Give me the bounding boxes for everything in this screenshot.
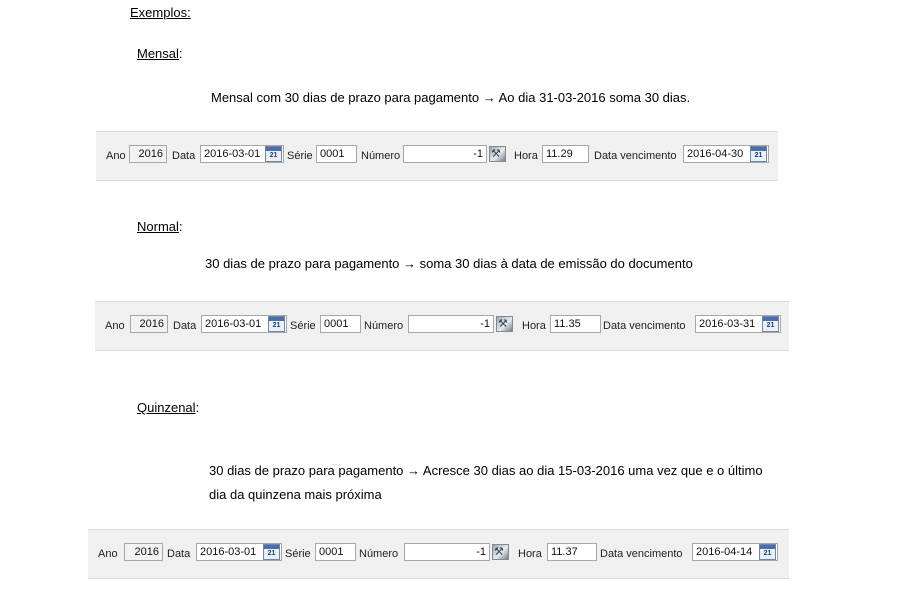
section-title-text: Mensal [137, 46, 179, 61]
calendar-icon[interactable]: 21 [759, 544, 776, 560]
numero-label: Número [364, 320, 404, 332]
section-title-text: Quinzenal [137, 400, 196, 415]
colon: : [178, 46, 183, 61]
ano-label: Ano [105, 320, 125, 332]
ano-label: Ano [98, 548, 118, 560]
vencimento-value: 2016-03-31 [699, 318, 756, 330]
numbering-picker-icon[interactable]: ⚒ [492, 544, 509, 560]
vencimento-value: 2016-04-30 [687, 148, 744, 160]
data-label: Data [167, 548, 191, 560]
vencimento-value: 2016-04-14 [696, 546, 753, 558]
hora-label: Hora [514, 150, 538, 162]
calendar-icon[interactable]: 21 [750, 146, 767, 162]
numero-field[interactable]: -1 [403, 145, 487, 163]
numero-field[interactable]: -1 [408, 315, 494, 333]
section-title-mensal: Mensal: [137, 46, 183, 62]
colon: : [195, 400, 200, 415]
ano-field[interactable]: 2016 [129, 145, 167, 163]
vencimento-label: Data vencimento [603, 320, 686, 332]
calendar-icon[interactable]: 21 [762, 316, 779, 332]
section-title-quinzenal: Quinzenal: [137, 400, 199, 416]
ano-field[interactable]: 2016 [124, 543, 163, 561]
data-value: 2016-03-01 [205, 318, 262, 330]
serie-label: Série [285, 548, 311, 560]
section-description-quinzenal: 30 dias de prazo para pagamento → Acresc… [209, 463, 763, 502]
document-form-bar-normal: Ano 2016 Data 2016-03-01 21 Série 0001 N… [95, 301, 789, 351]
calendar-icon[interactable]: 21 [265, 146, 282, 162]
numero-label: Número [359, 548, 399, 560]
data-value: 2016-03-01 [204, 148, 261, 160]
document-form-bar-quinzenal: Ano 2016 Data 2016-03-01 21 Série 0001 N… [88, 529, 789, 579]
numbering-picker-icon[interactable]: ⚒ [489, 146, 506, 162]
colon: : [178, 219, 183, 234]
section-title-text: Normal [137, 219, 179, 234]
serie-label: Série [290, 320, 316, 332]
data-label: Data [173, 320, 197, 332]
data-value: 2016-03-01 [200, 546, 257, 558]
section-description-normal: 30 dias de prazo para pagamento → soma 3… [205, 256, 693, 271]
serie-field[interactable]: 0001 [316, 145, 357, 163]
section-title-normal: Normal: [137, 219, 183, 235]
numero-label: Número [361, 150, 401, 162]
serie-field[interactable]: 0001 [315, 543, 356, 561]
hora-field[interactable]: 11.37 [547, 543, 597, 561]
hora-field[interactable]: 11.29 [542, 145, 589, 163]
calendar-icon[interactable]: 21 [263, 544, 280, 560]
ano-field[interactable]: 2016 [130, 315, 168, 333]
page-heading: Exemplos: [130, 5, 191, 20]
vencimento-label: Data vencimento [600, 548, 683, 560]
section-description-mensal: Mensal com 30 dias de prazo para pagamen… [211, 90, 691, 105]
calendar-icon[interactable]: 21 [268, 316, 285, 332]
serie-label: Série [287, 150, 313, 162]
hora-field[interactable]: 11.35 [550, 315, 601, 333]
numbering-picker-icon[interactable]: ⚒ [496, 316, 513, 332]
hora-label: Hora [522, 320, 546, 332]
document-form-bar-mensal: Ano 2016 Data 2016-03-01 21 Série 0001 N… [96, 131, 778, 181]
numero-field[interactable]: -1 [404, 543, 490, 561]
vencimento-label: Data vencimento [594, 150, 677, 162]
hora-label: Hora [518, 548, 542, 560]
data-label: Data [172, 150, 196, 162]
ano-label: Ano [106, 150, 126, 162]
serie-field[interactable]: 0001 [320, 315, 361, 333]
